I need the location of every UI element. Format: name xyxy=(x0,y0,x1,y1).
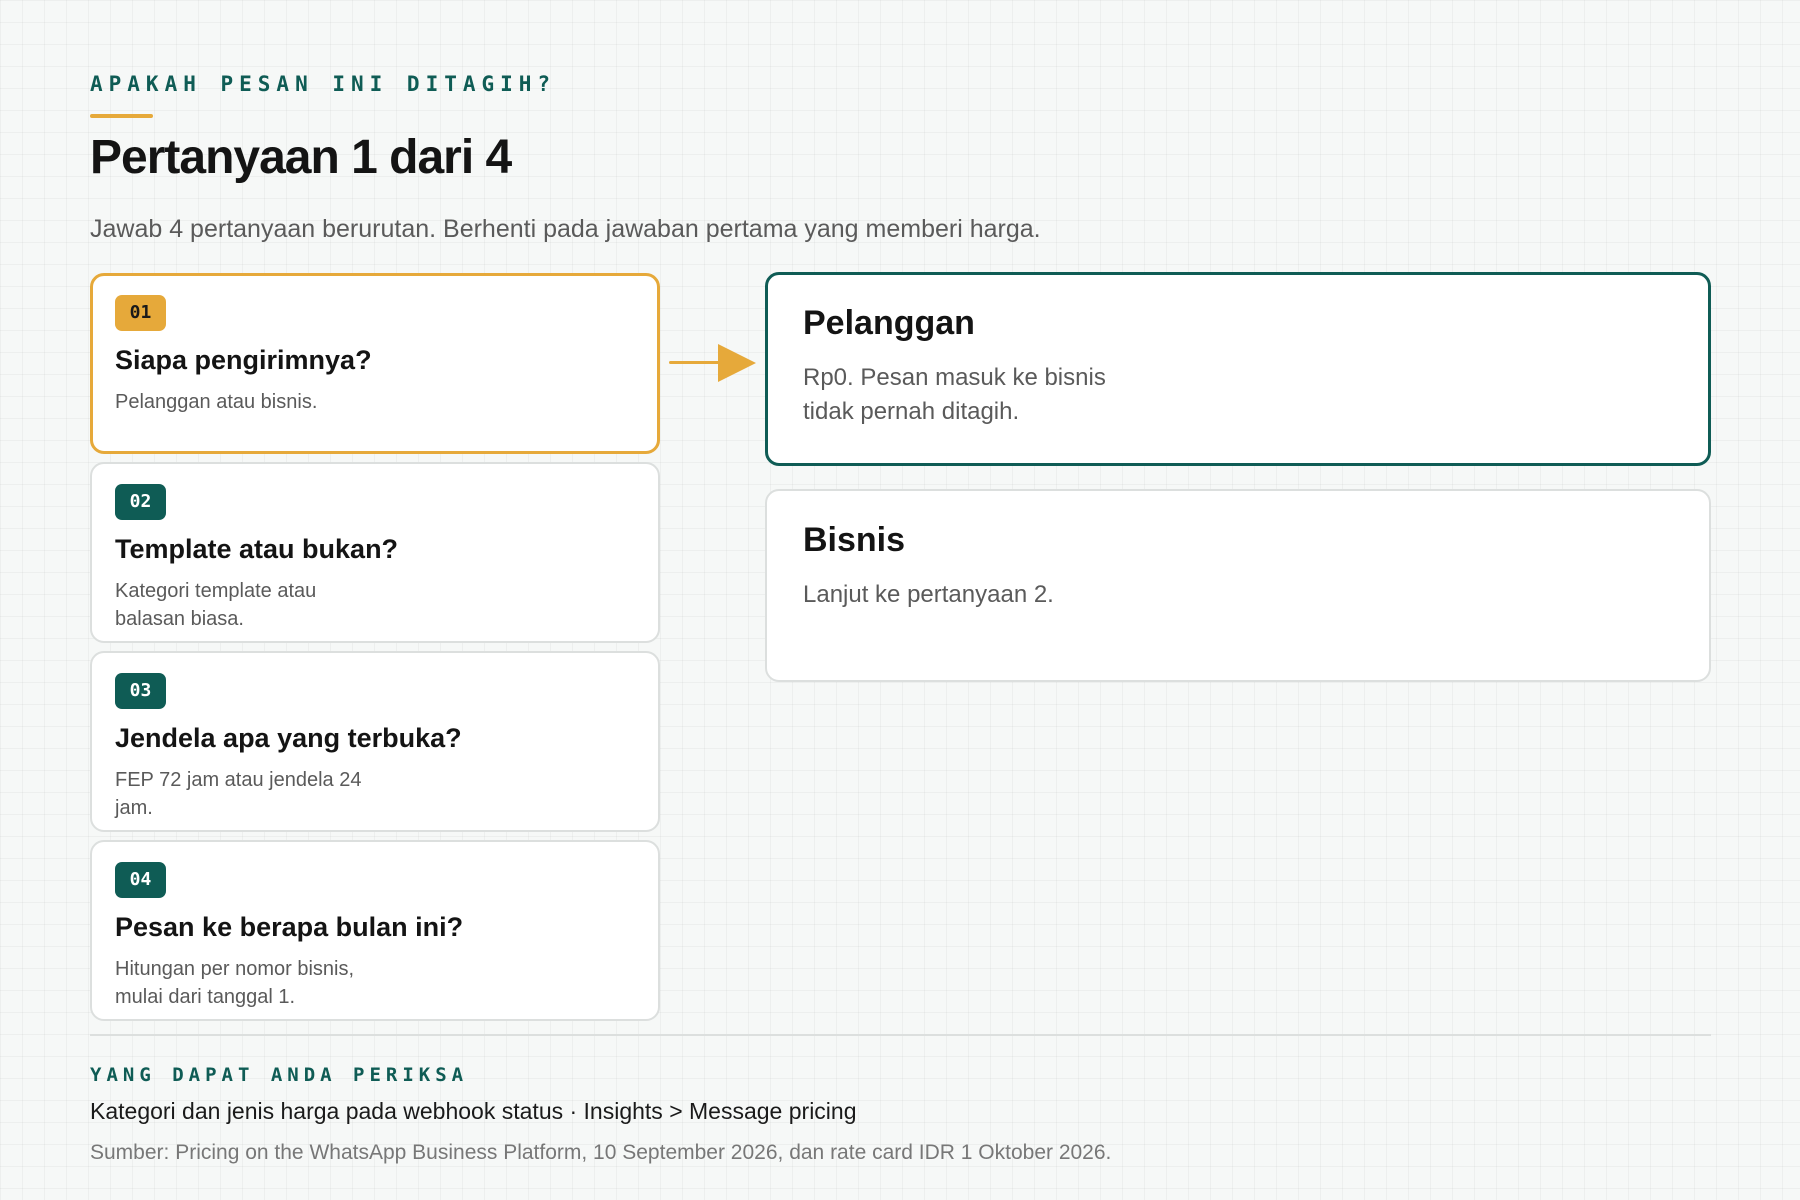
question-description: Pelanggan atau bisnis. xyxy=(115,391,318,413)
answer-card-pelanggan[interactable]: Pelanggan Rp0. Pesan masuk ke bisnis tid… xyxy=(765,272,1711,466)
footer-source: Sumber: Pricing on the WhatsApp Business… xyxy=(90,1141,1112,1164)
question-title: Siapa pengirimnya? xyxy=(115,345,372,375)
question-description: FEP 72 jam atau jendela 24 jam. xyxy=(115,769,362,819)
footer-divider xyxy=(90,1034,1711,1036)
answer-description: Rp0. Pesan masuk ke bisnis tidak pernah … xyxy=(803,364,1106,425)
footer-eyebrow: YANG DAPAT ANDA PERIKSA xyxy=(90,1064,469,1086)
page-eyebrow: APAKAH PESAN INI DITAGIH? xyxy=(90,72,557,96)
answer-title: Bisnis xyxy=(803,521,906,559)
question-number-badge: 04 xyxy=(115,862,166,898)
question-card-3[interactable]: 03 Jendela apa yang terbuka? FEP 72 jam … xyxy=(90,651,660,832)
answer-title: Pelanggan xyxy=(803,304,975,342)
flow-arrow-icon xyxy=(718,344,756,382)
question-card-1[interactable]: 01 Siapa pengirimnya? Pelanggan atau bis… xyxy=(90,273,660,454)
question-card-2[interactable]: 02 Template atau bukan? Kategori templat… xyxy=(90,462,660,643)
answer-description: Lanjut ke pertanyaan 2. xyxy=(803,581,1054,608)
question-number-badge: 01 xyxy=(115,295,166,331)
question-description: Kategori template atau balasan biasa. xyxy=(115,580,317,630)
question-title: Jendela apa yang terbuka? xyxy=(115,723,462,753)
question-description: Hitungan per nomor bisnis, mulai dari ta… xyxy=(115,958,355,1008)
eyebrow-underline xyxy=(90,114,153,118)
question-card-4[interactable]: 04 Pesan ke berapa bulan ini? Hitungan p… xyxy=(90,840,660,1021)
footer-checks: Kategori dan jenis harga pada webhook st… xyxy=(90,1098,857,1124)
flow-arrow-line xyxy=(669,361,723,364)
page-title: Pertanyaan 1 dari 4 xyxy=(90,131,512,184)
question-title: Pesan ke berapa bulan ini? xyxy=(115,912,464,942)
question-number-badge: 02 xyxy=(115,484,166,520)
page-intro: Jawab 4 pertanyaan berurutan. Berhenti p… xyxy=(90,215,1041,243)
answer-card-bisnis[interactable]: Bisnis Lanjut ke pertanyaan 2. xyxy=(765,489,1711,682)
question-number-badge: 03 xyxy=(115,673,166,709)
question-title: Template atau bukan? xyxy=(115,534,399,564)
